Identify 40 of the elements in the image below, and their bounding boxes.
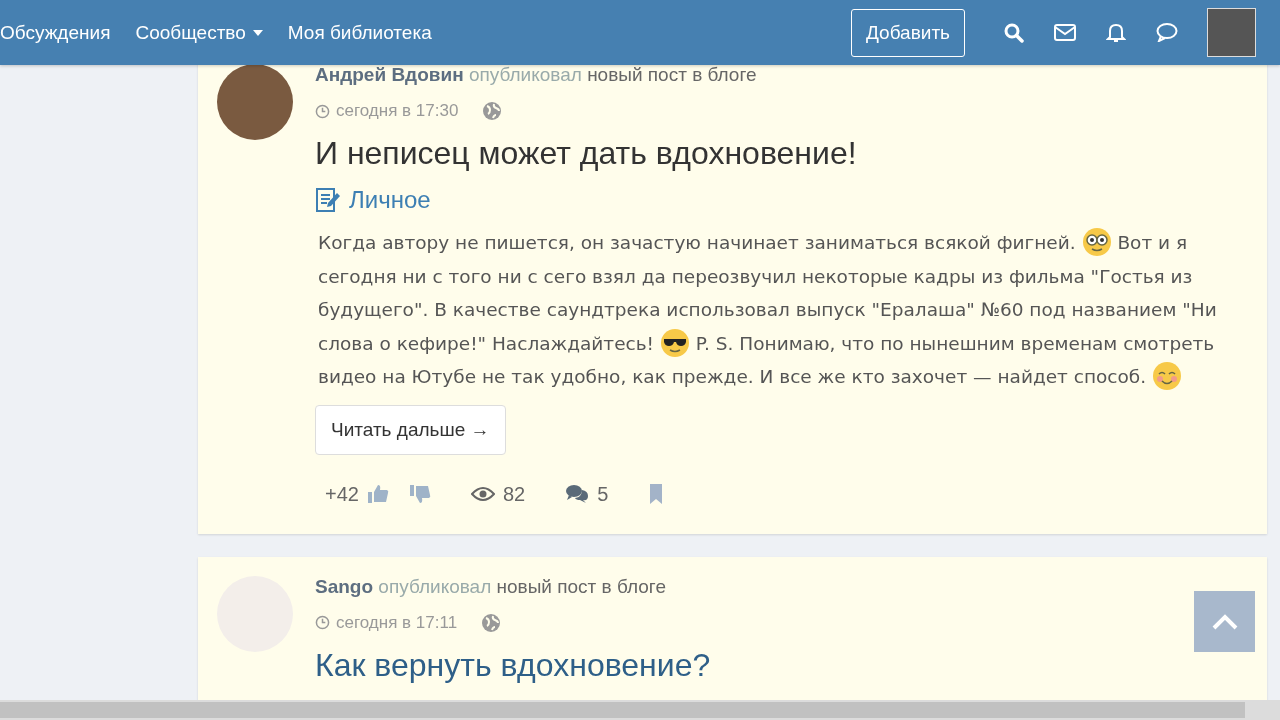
clock-icon [315,103,330,119]
view-count: 82 [502,482,526,506]
globe-icon [482,101,503,121]
rating-count: +42 [325,482,359,506]
nav-link[interactable]: Сообщество [135,21,263,44]
clock-icon [315,615,330,630]
author-link[interactable]: Андрей Вдовин [315,64,464,85]
nav-link[interactable]: Моя библиотека [287,21,432,44]
thumbs-up-icon [366,484,389,504]
post-time: сегодня в 17:11 [336,612,458,633]
globe-icon [481,612,502,633]
sunglasses-face-icon [659,327,690,358]
bell-icon [1105,22,1126,43]
post-time: сегодня в 17:30 [336,101,459,121]
post-byline: Андрей Вдовин опубликовал новый пост в блоге [315,64,758,86]
mail-icon [1053,24,1076,41]
horizontal-scrollbar[interactable] [0,700,1280,720]
thumbs-down-icon [408,484,431,504]
comment-count: 5 [597,482,609,506]
notebook-icon [315,187,341,213]
smiling-face-icon [1152,361,1182,391]
comments-icon [565,484,590,504]
eye-icon [470,486,495,502]
bookmark-icon [648,483,665,505]
caret-icon [252,29,263,36]
nav-link[interactable]: Обсуждения [0,21,111,44]
post-excerpt: Когда автору не пишется, он зачастую начинает заниматься всякой фигней. Вот и я сегодня ни с того ни с сего взял да переозвучил некоторые кадры из фильма "Гостья из будущего". В качестве саундтрека использовал выпуск "Ералаша" №60 под названием "Ни слова о кефире!" Наслаждайтесь! P. S. Понимаю, что по нынешним временам смотреть видео на Ютубе не так удобно, как прежде. И все же кто захочет — найдет способ. [318,226,1228,394]
search-icon [1003,22,1024,43]
category-link[interactable]: Личное [315,186,431,214]
back-to-top-button[interactable] [1194,591,1255,652]
post-title[interactable]: И неписец может дать вдохновение! [315,135,1247,172]
user-avatar-placeholder[interactable] [1207,8,1256,57]
nerd-face-icon [1081,227,1112,257]
post-byline: Sango опубликовал новый пост в блоге [315,575,667,598]
chevron-up-icon [1211,613,1238,630]
author-link[interactable]: Sango [315,575,374,597]
post-title[interactable]: Как вернуть вдохновение? [315,646,1247,684]
chat-bubble-icon [1155,23,1178,42]
add-button[interactable]: Добавить [851,8,965,57]
read-more-button[interactable]: Читать дальше → [315,404,506,455]
